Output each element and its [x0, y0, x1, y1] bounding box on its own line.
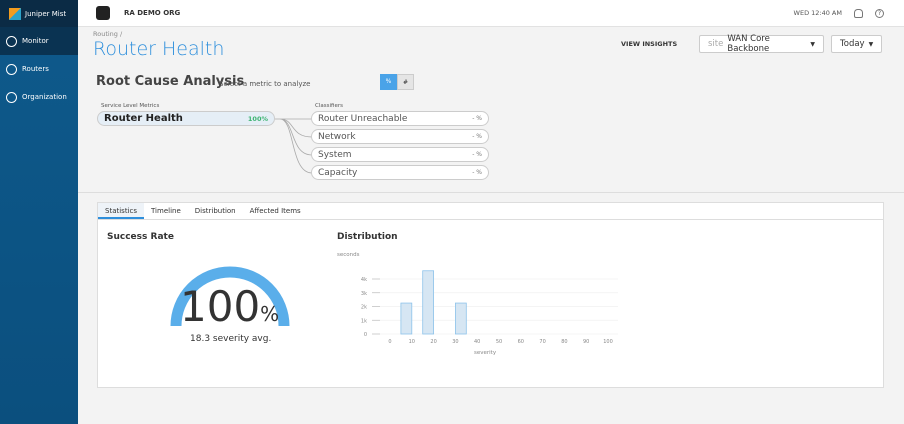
sidebar-item-label: Monitor: [22, 37, 49, 45]
tab-timeline[interactable]: Timeline: [144, 203, 188, 219]
x-tick-label: 80: [561, 339, 567, 345]
y-tick-label: 1k: [361, 318, 367, 324]
histogram-bar: [422, 270, 434, 335]
tab-affected-items[interactable]: Affected Items: [243, 203, 308, 219]
x-tick-label: 40: [474, 339, 480, 345]
x-tick-label: 90: [583, 339, 589, 345]
classifier-router-unreachable[interactable]: Router Unreachable - %: [311, 111, 489, 126]
classifier-name: Router Unreachable: [318, 113, 408, 124]
juniper-logo-icon: [9, 7, 21, 20]
slm-label: Service Level Metrics: [101, 103, 160, 109]
distribution-title: Distribution: [337, 232, 398, 242]
range-value: Today: [840, 39, 865, 49]
tab-statistics[interactable]: Statistics: [98, 203, 144, 219]
sidebar-item-monitor[interactable]: Monitor: [0, 27, 78, 55]
clock: WED 12:40 AM: [793, 9, 842, 17]
sidebar: Juniper Mist Monitor Routers Organizatio…: [0, 0, 78, 424]
x-tick-label: 20: [430, 339, 436, 345]
y-tick-label: 3k: [361, 291, 367, 297]
sidebar-item-organization[interactable]: Organization: [0, 83, 78, 111]
x-tick-label: 0: [388, 339, 391, 345]
connector-lines: [275, 118, 313, 174]
site-dropdown[interactable]: site WAN Core Backbone ▼: [699, 34, 824, 54]
classifier-network[interactable]: Network - %: [311, 129, 489, 144]
classifier-value: - %: [472, 115, 482, 122]
classifier-name: System: [318, 149, 352, 160]
org-name[interactable]: RA DEMO ORG: [124, 9, 180, 17]
rca-subtitle: Select a metric to analyze: [219, 80, 311, 88]
page-title: Router Health: [93, 38, 225, 60]
org-icon: [96, 6, 110, 20]
percent-toggle[interactable]: %: [380, 74, 397, 90]
distribution-chart: 0 1k 2k 3k 4k 0 10 20 30 40 50 60 70 80 90 100: [361, 270, 618, 345]
y-axis-label: seconds: [337, 252, 360, 258]
value-unit: %: [260, 302, 280, 326]
classifier-system[interactable]: System - %: [311, 147, 489, 162]
severity-average: 18.3 severity avg.: [190, 334, 272, 344]
x-tick-label: 30: [452, 339, 458, 345]
monitor-icon: [6, 35, 17, 47]
tab-distribution[interactable]: Distribution: [188, 203, 243, 219]
breadcrumb[interactable]: Routing /: [93, 30, 122, 38]
y-tick-label: 4k: [361, 277, 367, 283]
count-toggle[interactable]: #: [397, 74, 414, 90]
user-icon[interactable]: [854, 8, 863, 18]
globe-icon: [6, 91, 17, 103]
slm-name: Router Health: [104, 113, 183, 124]
logo[interactable]: Juniper Mist: [0, 0, 78, 27]
site-value: WAN Core Backbone: [727, 34, 770, 54]
x-tick-label: 10: [409, 339, 415, 345]
sidebar-item-routers[interactable]: Routers: [0, 55, 78, 83]
y-tick-label: 2k: [361, 305, 367, 311]
classifier-value: - %: [472, 133, 482, 140]
x-tick-label: 70: [539, 339, 545, 345]
success-rate-value: 100%: [180, 282, 279, 331]
classifier-name: Network: [318, 131, 356, 142]
divider: [78, 192, 904, 193]
histogram-bar: [400, 302, 413, 335]
sidebar-item-label: Organization: [22, 93, 67, 101]
router-icon: [6, 63, 17, 75]
view-insights-button[interactable]: VIEW INSIGHTS: [621, 40, 677, 48]
chevron-down-icon: ▼: [810, 40, 815, 48]
value-number: 100: [180, 282, 261, 331]
help-icon[interactable]: ?: [875, 8, 884, 18]
topbar: RA DEMO ORG WED 12:40 AM ?: [78, 0, 904, 27]
slm-value: 100%: [247, 114, 268, 123]
x-tick-label: 50: [496, 339, 502, 345]
x-tick-label: 60: [518, 339, 524, 345]
site-prefix: site: [708, 39, 724, 49]
chevron-down-icon: ▼: [868, 40, 874, 48]
classifier-value: - %: [472, 169, 482, 176]
classifiers-label: Classifiers: [315, 103, 343, 109]
classifier-name: Capacity: [318, 167, 358, 178]
slm-router-health[interactable]: Router Health 100%: [97, 111, 275, 126]
classifier-capacity[interactable]: Capacity - %: [311, 165, 489, 180]
y-tick-label: 0: [364, 332, 367, 338]
classifier-value: - %: [472, 151, 482, 158]
sidebar-item-label: Routers: [22, 65, 49, 73]
x-tick-label: 100: [603, 339, 613, 345]
brand-name: Juniper Mist: [25, 9, 67, 18]
histogram-bar: [455, 302, 467, 335]
time-range-dropdown[interactable]: Today ▼: [831, 35, 882, 53]
